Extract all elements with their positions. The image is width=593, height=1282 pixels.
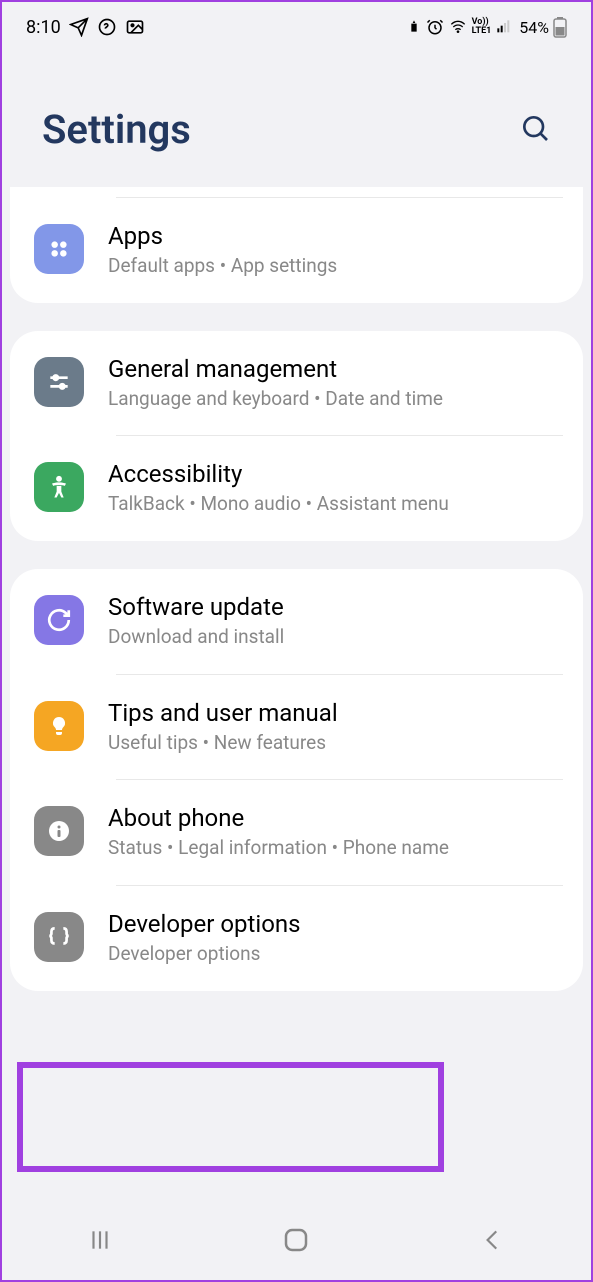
row-subtitle: Developer options [108, 942, 563, 967]
row-subtitle: TalkBack • Mono audio • Assistant menu [108, 492, 563, 517]
row-title: Tips and user manual [108, 699, 563, 727]
status-time: 8:10 [26, 17, 61, 38]
search-icon[interactable] [519, 112, 551, 148]
settings-section: Apps Default apps • App settings [10, 187, 583, 303]
about-icon [34, 806, 84, 856]
settings-row-apps[interactable]: Apps Default apps • App settings [10, 198, 583, 303]
settings-row-accessibility[interactable]: Accessibility TalkBack • Mono audio • As… [10, 436, 583, 541]
navigation-bar [2, 1200, 591, 1280]
signal-icon [495, 19, 513, 35]
status-bar: 8:10 Vo))LTE1 54% [2, 2, 591, 52]
row-title: Apps [108, 222, 563, 250]
status-left: 8:10 [26, 17, 145, 38]
settings-row-developer[interactable]: Developer options Developer options [10, 886, 583, 991]
battery-percent: 54% [519, 18, 549, 37]
wifi-icon [448, 19, 468, 35]
tips-icon [34, 701, 84, 751]
whatsapp-icon [97, 17, 117, 37]
general-icon [34, 357, 84, 407]
status-right: Vo))LTE1 54% [406, 16, 567, 38]
settings-row-about[interactable]: About phone Status • Legal information •… [10, 780, 583, 885]
recents-button[interactable] [70, 1210, 130, 1270]
page-header: Settings [2, 52, 591, 187]
page-title: Settings [42, 106, 191, 153]
settings-row-general[interactable]: General management Language and keyboard… [10, 331, 583, 436]
notification-icon [406, 19, 422, 35]
accessibility-icon [34, 462, 84, 512]
settings-section: Software update Download and install Tip… [10, 569, 583, 991]
row-subtitle: Default apps • App settings [108, 254, 563, 279]
apps-icon [34, 224, 84, 274]
alarm-icon [426, 18, 444, 36]
software-update-icon [34, 595, 84, 645]
row-title: Accessibility [108, 460, 563, 488]
settings-list: Apps Default apps • App settings General… [2, 187, 591, 991]
row-subtitle: Download and install [108, 625, 563, 650]
settings-section: General management Language and keyboard… [10, 331, 583, 541]
row-subtitle: Status • Legal information • Phone name [108, 836, 563, 861]
home-button[interactable] [266, 1210, 326, 1270]
row-subtitle: Useful tips • New features [108, 731, 563, 756]
row-title: Developer options [108, 910, 563, 938]
gallery-icon [125, 17, 145, 37]
back-button[interactable] [463, 1210, 523, 1270]
developer-icon [34, 912, 84, 962]
row-title: About phone [108, 804, 563, 832]
telegram-icon [69, 17, 89, 37]
settings-row-software[interactable]: Software update Download and install [10, 569, 583, 674]
settings-row-tips[interactable]: Tips and user manual Useful tips • New f… [10, 675, 583, 780]
volte-icon: Vo))LTE1 [472, 18, 492, 36]
row-subtitle: Language and keyboard • Date and time [108, 387, 563, 412]
row-title: General management [108, 355, 563, 383]
row-title: Software update [108, 593, 563, 621]
battery-icon [553, 16, 567, 38]
